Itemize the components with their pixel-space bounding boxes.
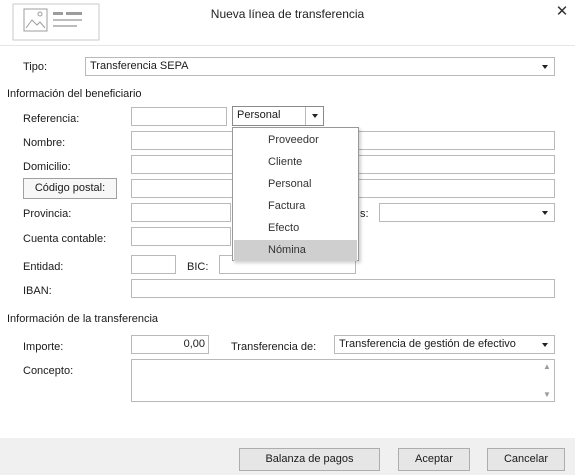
cancelar-button[interactable]: Cancelar (487, 448, 565, 471)
transferencia-de-select[interactable]: Transferencia de gestión de efectivo (334, 335, 555, 354)
dropdown-option-nomina[interactable]: Nómina (234, 240, 357, 261)
balanza-de-pagos-button[interactable]: Balanza de pagos (239, 448, 380, 471)
concepto-textarea[interactable]: ▲ ▼ (131, 359, 555, 402)
provincia-input[interactable] (131, 203, 231, 222)
referencia-type-select[interactable]: Personal (232, 106, 324, 126)
domicilio-label: Domicilio: (23, 161, 71, 173)
dialog-title: Nueva línea de transferencia (210, 7, 365, 21)
chevron-down-icon (536, 58, 554, 75)
dropdown-option-personal[interactable]: Personal (234, 174, 357, 195)
transferencia-de-label: Transferencia de: (231, 341, 317, 353)
section-beneficiario: Información del beneficiario (7, 88, 142, 100)
transferencia-de-value: Transferencia de gestión de efectivo (339, 338, 516, 350)
concepto-label: Concepto: (23, 365, 74, 377)
dropdown-option-factura[interactable]: Factura (234, 196, 357, 217)
chevron-down-icon (536, 204, 554, 221)
bic-label: BIC: (187, 261, 209, 273)
nombre-label: Nombre: (23, 137, 66, 149)
cuenta-contable-label: Cuenta contable: (23, 233, 107, 245)
referencia-type-dropdown: Proveedor Cliente Personal Factura Efect… (232, 127, 359, 261)
entidad-input[interactable] (131, 255, 176, 274)
importe-label: Importe: (23, 341, 64, 353)
referencia-type-value: Personal (237, 109, 281, 121)
chevron-down-icon (305, 107, 323, 125)
dropdown-option-efecto[interactable]: Efecto (234, 218, 357, 239)
tipo-label: Tipo: (23, 61, 48, 73)
pais-select[interactable] (379, 203, 555, 222)
close-icon[interactable]: ✕ (552, 2, 572, 22)
provincia-label: Provincia: (23, 208, 72, 220)
aceptar-button[interactable]: Aceptar (398, 448, 470, 471)
cuenta-contable-input[interactable] (131, 227, 231, 246)
scroll-down-icon[interactable]: ▼ (541, 390, 553, 399)
tipo-select[interactable]: Transferencia SEPA (85, 57, 555, 76)
importe-input[interactable]: 0,00 (131, 335, 209, 354)
header-divider (0, 45, 575, 46)
pais-label: s: (360, 208, 369, 220)
iban-label: IBAN: (23, 285, 52, 297)
entidad-label: Entidad: (23, 261, 64, 273)
referencia-input[interactable] (131, 107, 227, 126)
iban-input[interactable] (131, 279, 555, 298)
scroll-up-icon[interactable]: ▲ (541, 362, 553, 371)
dropdown-option-proveedor[interactable]: Proveedor (234, 130, 357, 151)
chevron-down-icon (536, 336, 554, 353)
tipo-select-value: Transferencia SEPA (90, 60, 189, 72)
referencia-label: Referencia: (23, 113, 80, 125)
dropdown-option-cliente[interactable]: Cliente (234, 152, 357, 173)
section-transferencia: Información de la transferencia (7, 313, 159, 325)
codigo-postal-button[interactable]: Código postal: (23, 178, 117, 199)
